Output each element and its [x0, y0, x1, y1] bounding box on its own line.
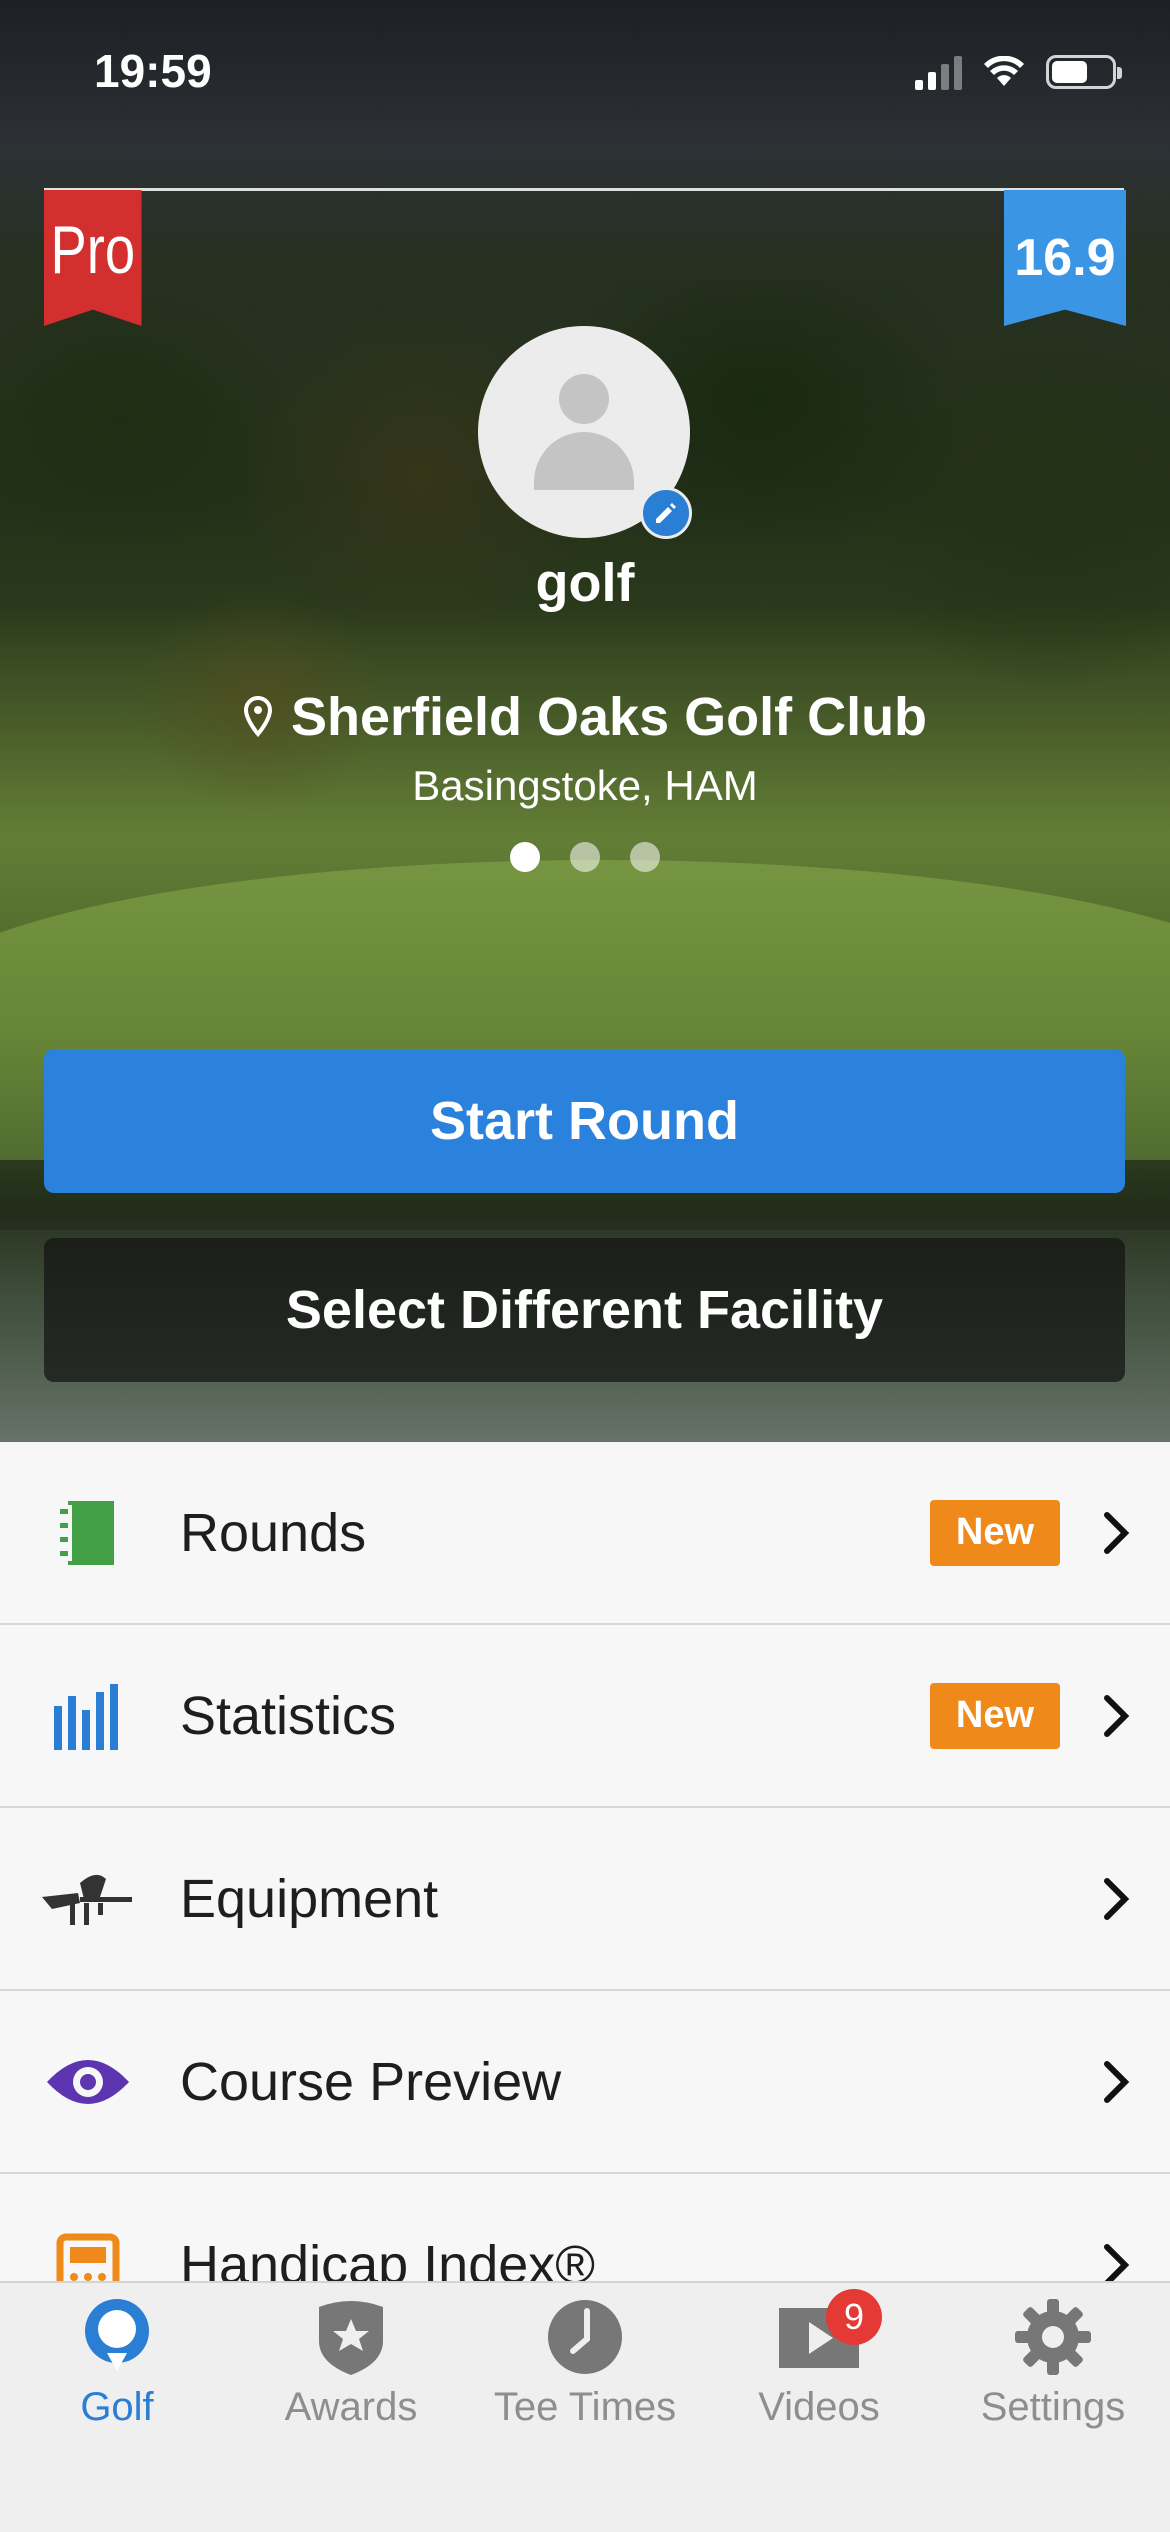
menu-item-rounds[interactable]: Rounds New: [0, 1442, 1170, 1625]
videos-notification-badge: 9: [826, 2289, 882, 2345]
facility-name: Sherfield Oaks Golf Club: [290, 687, 928, 747]
menu-item-equipment[interactable]: Equipment: [0, 1808, 1170, 1991]
page-indicator[interactable]: [0, 842, 1170, 872]
new-badge: New: [930, 1682, 1060, 1749]
tab-videos[interactable]: 9 Videos: [702, 2283, 936, 2443]
tab-label-awards: Awards: [284, 2385, 418, 2429]
edit-avatar-button[interactable]: [640, 487, 692, 539]
chevron-right-icon: [1096, 1686, 1136, 1746]
start-round-button[interactable]: Start Round: [44, 1049, 1125, 1193]
username: golf: [535, 553, 635, 613]
header-divider: [44, 188, 1124, 191]
pro-label: Pro: [50, 212, 136, 288]
menu-label-equipment: Equipment: [180, 1868, 439, 1929]
scorecard-icon: [38, 1483, 138, 1583]
tab-awards[interactable]: Awards: [234, 2283, 468, 2443]
facility-location: Basingstoke, HAM: [412, 762, 758, 809]
select-facility-button[interactable]: Select Different Facility: [44, 1238, 1125, 1382]
menu-label-rounds: Rounds: [180, 1502, 367, 1563]
shield-star-icon: [306, 2297, 396, 2377]
golf-ball-tee-icon: [72, 2297, 162, 2377]
pro-ribbon[interactable]: Pro: [44, 190, 142, 326]
tab-label-tee-times: Tee Times: [493, 2385, 677, 2429]
page-dot-3[interactable]: [630, 842, 660, 872]
menu-item-statistics[interactable]: Statistics New: [0, 1625, 1170, 1808]
tab-label-videos: Videos: [758, 2385, 880, 2429]
pencil-icon: [656, 503, 676, 523]
new-badge: New: [930, 1499, 1060, 1566]
video-play-icon: 9: [774, 2289, 882, 2377]
bar-chart-icon: [38, 1666, 138, 1766]
chevron-right-icon: [1096, 2052, 1136, 2112]
battery-icon: [1046, 55, 1122, 89]
eye-icon: [38, 2032, 138, 2132]
page-dot-1[interactable]: [510, 842, 540, 872]
menu-label-statistics: Statistics: [180, 1685, 397, 1746]
facility-name-row[interactable]: Sherfield Oaks Golf Club: [0, 686, 1170, 748]
location-pin-icon: [243, 696, 272, 738]
chevron-right-icon: [1096, 1503, 1136, 1563]
tab-settings[interactable]: Settings: [936, 2283, 1170, 2443]
status-time: 19:59: [94, 45, 212, 97]
menu-item-course-preview[interactable]: Course Preview: [0, 1991, 1170, 2174]
status-icons: [915, 54, 1122, 90]
menu-label-course-preview: Course Preview: [180, 2051, 562, 2112]
chevron-right-icon: [1096, 1869, 1136, 1929]
gear-icon: [1008, 2297, 1098, 2377]
tab-bar: Golf Awards Tee Times 9 Videos Settings: [0, 2281, 1170, 2532]
tab-label-settings: Settings: [980, 2385, 1126, 2429]
tab-golf[interactable]: Golf: [0, 2283, 234, 2443]
tab-label-golf: Golf: [80, 2385, 154, 2429]
tab-tee-times[interactable]: Tee Times: [468, 2283, 702, 2443]
handicap-ribbon[interactable]: 16.9: [1004, 190, 1126, 326]
clock-icon: [540, 2297, 630, 2377]
wifi-icon: [984, 56, 1024, 86]
golf-clubs-icon: [38, 1849, 138, 1949]
main-menu: Rounds New Statistics New Equipment Cour…: [0, 1442, 1170, 2357]
page-dot-2[interactable]: [570, 842, 600, 872]
cellular-signal-icon: [915, 54, 962, 90]
